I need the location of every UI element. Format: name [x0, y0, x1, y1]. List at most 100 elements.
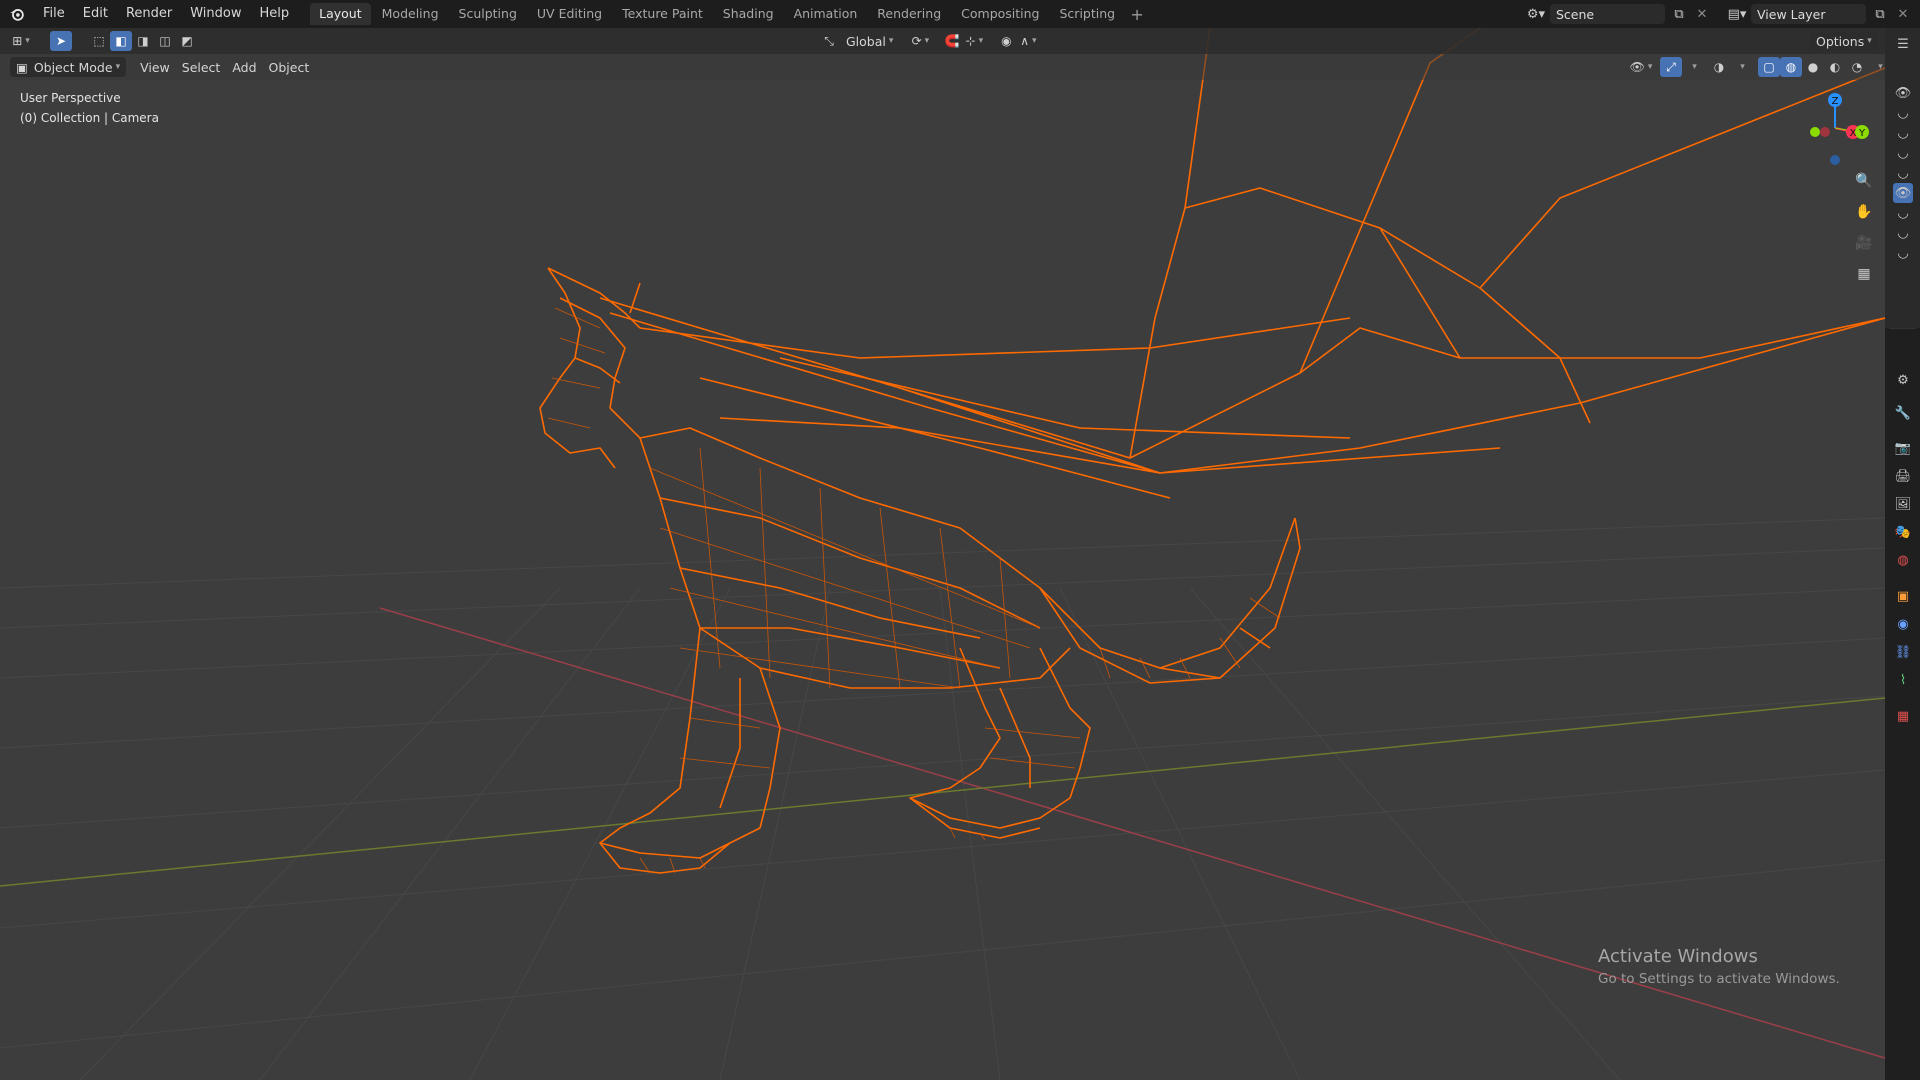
- workspace-tabs: Layout Modeling Sculpting UV Editing Tex…: [310, 0, 1148, 28]
- object-icon[interactable]: ▣: [1893, 586, 1913, 606]
- tab-layout[interactable]: Layout: [310, 3, 371, 25]
- tab-animation[interactable]: Animation: [785, 3, 867, 25]
- activation-watermark: Activate Windows Go to Settings to activ…: [1598, 946, 1840, 987]
- hide-toggle-icon[interactable]: ◡: [1893, 103, 1913, 123]
- select-box-mode-icon[interactable]: ⬚: [88, 31, 110, 51]
- proportional-falloff-icon[interactable]: ∧ ▾: [1017, 31, 1039, 51]
- menu-select[interactable]: Select: [176, 57, 227, 77]
- options-dropdown[interactable]: Options ▾: [1810, 31, 1878, 51]
- show-overlays-icon[interactable]: ◑: [1708, 57, 1730, 77]
- shading-options-icon[interactable]: ▾: [1868, 57, 1885, 77]
- tab-shading[interactable]: Shading: [714, 3, 783, 25]
- outliner-icon[interactable]: ☰: [1893, 34, 1913, 54]
- gizmo-options-icon[interactable]: ▾: [1682, 57, 1704, 77]
- y-axis-line: [0, 697, 1885, 887]
- hide-toggle-icon[interactable]: ◡: [1893, 203, 1913, 223]
- tab-modeling[interactable]: Modeling: [373, 3, 448, 25]
- menu-add[interactable]: Add: [226, 57, 262, 77]
- options-label: Options: [1816, 33, 1865, 49]
- snap-toggle-icon[interactable]: 🧲: [941, 31, 963, 51]
- add-workspace-button[interactable]: +: [1126, 5, 1148, 24]
- visibility-selectability-icon[interactable]: 👁 ▾: [1630, 57, 1653, 77]
- viewport-header: ⊞ ▾ ➤ ⬚ ◧ ◨ ◫ ◩ ⤡ Global ▾ ⟳ ▾ 🧲 ⊹ ▾ ◉ ∧ ▾ Op…: [0, 28, 1885, 54]
- output-icon[interactable]: 🖨: [1893, 466, 1913, 486]
- blender-logo-icon[interactable]: [0, 0, 34, 28]
- gizmo-neg-x: [1810, 127, 1820, 137]
- delete-view-layer-icon[interactable]: ✕: [1894, 7, 1912, 22]
- tab-uv-editing[interactable]: UV Editing: [528, 3, 611, 25]
- hide-toggle-icon[interactable]: ◡: [1893, 143, 1913, 163]
- new-view-layer-icon[interactable]: ⧉: [1866, 4, 1894, 24]
- hide-toggle-icon[interactable]: ◡: [1893, 123, 1913, 143]
- world-icon[interactable]: ◍: [1893, 550, 1913, 570]
- watermark-subtitle: Go to Settings to activate Windows.: [1598, 971, 1840, 987]
- menu-view[interactable]: View: [134, 57, 176, 77]
- select-intersect-icon[interactable]: ◩: [176, 31, 198, 51]
- properties-panel-icon[interactable]: ⚙: [1893, 370, 1913, 390]
- hide-toggle-icon[interactable]: ◡: [1893, 223, 1913, 243]
- scene-name-field[interactable]: Scene: [1550, 4, 1665, 24]
- menu-object[interactable]: Object: [263, 57, 316, 77]
- menu-file[interactable]: File: [34, 0, 74, 28]
- constraints-icon[interactable]: ⛓: [1893, 642, 1913, 662]
- view-layer-icon[interactable]: 🖼: [1893, 494, 1913, 514]
- hide-toggle-icon[interactable]: ◡: [1893, 163, 1913, 183]
- select-new-icon[interactable]: ◧: [110, 31, 132, 51]
- 3d-viewport[interactable]: ⊞ ▾ ➤ ⬚ ◧ ◨ ◫ ◩ ⤡ Global ▾ ⟳ ▾ 🧲 ⊹ ▾ ◉ ∧ ▾ Op…: [0, 28, 1885, 1080]
- view-layer-field[interactable]: View Layer: [1751, 4, 1866, 24]
- menu-render[interactable]: Render: [117, 0, 181, 28]
- transform-orientation-icon: ⤡: [824, 33, 834, 48]
- solid-shading-icon[interactable]: ●: [1802, 57, 1824, 77]
- menu-window[interactable]: Window: [181, 0, 250, 28]
- tool-icon[interactable]: 🔧: [1893, 403, 1913, 423]
- gizmo-y-label: Y: [1858, 128, 1866, 139]
- view-perspective-label: User Perspective: [20, 91, 121, 105]
- overlay-options-icon[interactable]: ▾: [1730, 57, 1752, 77]
- proportional-edit-icon[interactable]: ◉: [995, 31, 1017, 51]
- snap-target-icon[interactable]: ⊹ ▾: [963, 31, 985, 51]
- hide-toggle-icon[interactable]: ◡: [1893, 243, 1913, 263]
- editor-type-icon[interactable]: ⊞ ▾: [10, 31, 32, 51]
- object-mode-dropdown[interactable]: ▣ Object Mode ▾: [10, 57, 127, 77]
- object-mode-icon: ▣: [16, 59, 28, 75]
- visibility-eye-icon[interactable]: 👁: [1893, 183, 1913, 203]
- render-icon[interactable]: 📷: [1893, 438, 1913, 458]
- visibility-eye-icon[interactable]: 👁: [1893, 83, 1913, 103]
- dragon-wireframe: [539, 28, 1885, 874]
- transform-orientation-dropdown[interactable]: Global ▾: [840, 31, 899, 51]
- xray-toggle-icon[interactable]: ▢: [1758, 57, 1780, 77]
- pan-hand-icon[interactable]: ✋: [1851, 199, 1877, 225]
- select-subtract-icon[interactable]: ◫: [154, 31, 176, 51]
- new-scene-icon[interactable]: ⧉: [1665, 4, 1693, 24]
- wireframe-shading-icon[interactable]: ◍: [1780, 57, 1802, 77]
- texture-icon[interactable]: ▦: [1893, 706, 1913, 726]
- viewport-header-menus: ▣ Object Mode ▾ View Select Add Object 👁 ▾…: [0, 54, 1885, 80]
- scene-icon[interactable]: ⚙▾: [1522, 4, 1550, 24]
- scene-icon[interactable]: 🎭: [1893, 522, 1913, 542]
- transform-orientation-label: Global: [846, 33, 886, 49]
- physics-icon[interactable]: ◉: [1893, 614, 1913, 634]
- tab-sculpting[interactable]: Sculpting: [450, 3, 526, 25]
- delete-scene-icon[interactable]: ✕: [1693, 7, 1711, 22]
- tab-rendering[interactable]: Rendering: [868, 3, 950, 25]
- tab-texture-paint[interactable]: Texture Paint: [613, 3, 712, 25]
- menu-edit[interactable]: Edit: [74, 0, 117, 28]
- data-icon[interactable]: ⌇: [1893, 670, 1913, 690]
- rendered-shading-icon[interactable]: ◔: [1846, 57, 1868, 77]
- pivot-point-icon[interactable]: ⟳ ▾: [909, 31, 931, 51]
- tab-compositing[interactable]: Compositing: [952, 3, 1048, 25]
- zoom-icon[interactable]: 🔍: [1851, 168, 1877, 194]
- floor-grid: [0, 517, 1885, 1080]
- select-extend-icon[interactable]: ◨: [132, 31, 154, 51]
- camera-view-icon[interactable]: 🎥: [1851, 230, 1877, 256]
- show-gizmo-icon[interactable]: ⤢: [1660, 57, 1682, 77]
- view-layer-name: View Layer: [1757, 6, 1826, 22]
- tab-scripting[interactable]: Scripting: [1051, 3, 1125, 25]
- view-info-overlay: User Perspective (0) Collection | Camera: [20, 88, 159, 128]
- menu-help[interactable]: Help: [251, 0, 299, 28]
- material-preview-icon[interactable]: ◐: [1824, 57, 1846, 77]
- select-tool-icon[interactable]: ➤: [50, 31, 72, 51]
- ortho-grid-icon[interactable]: ▦: [1851, 261, 1877, 287]
- view-layer-icon[interactable]: ▤▾: [1723, 4, 1751, 24]
- watermark-title: Activate Windows: [1598, 946, 1758, 967]
